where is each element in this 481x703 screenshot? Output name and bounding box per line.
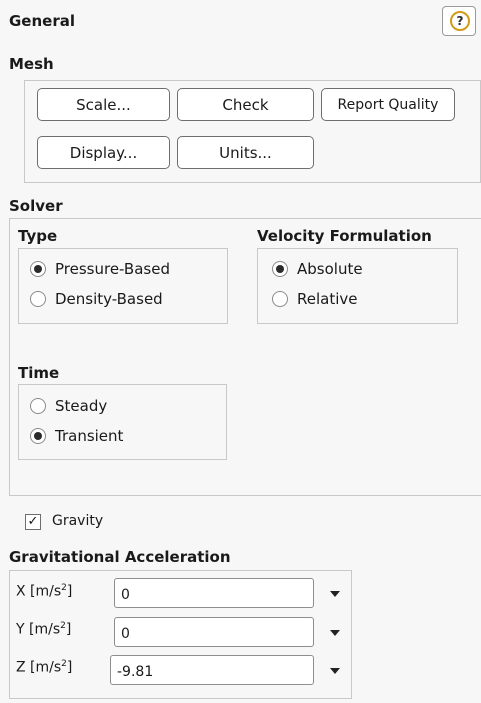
y-acceleration-input[interactable] [114, 617, 314, 647]
display-button[interactable]: Display... [37, 136, 170, 169]
radio-transient[interactable]: Transient [30, 424, 123, 448]
radio-button[interactable] [272, 291, 288, 307]
radio-label: Relative [297, 290, 358, 308]
gravity-label: Gravity [52, 513, 104, 529]
radio-label: Absolute [297, 260, 363, 278]
x-acceleration-input[interactable] [114, 578, 314, 608]
scale-button[interactable]: Scale... [37, 88, 170, 121]
radio-button-selected[interactable] [30, 428, 46, 444]
radio-density-based[interactable]: Density-Based [30, 287, 163, 311]
radio-button[interactable] [30, 398, 46, 414]
radio-button-selected[interactable] [30, 261, 46, 277]
time-label: Time [18, 364, 60, 382]
velocity-formulation-label: Velocity Formulation [257, 227, 432, 245]
z-dropdown-icon[interactable] [330, 668, 340, 674]
z-acceleration-input[interactable] [110, 655, 314, 685]
help-icon: ? [450, 11, 470, 31]
radio-label: Pressure-Based [55, 260, 170, 278]
radio-label: Transient [55, 427, 124, 445]
radio-pressure-based[interactable]: Pressure-Based [30, 257, 170, 281]
panel-title: General [9, 12, 75, 30]
type-label: Type [18, 227, 58, 245]
report-quality-button[interactable]: Report Quality [321, 88, 455, 121]
units-button[interactable]: Units... [177, 136, 314, 169]
check-button[interactable]: Check [177, 88, 314, 121]
radio-button-selected[interactable] [272, 261, 288, 277]
mesh-section-label: Mesh [9, 55, 54, 73]
radio-button[interactable] [30, 291, 46, 307]
radio-label: Density-Based [55, 290, 163, 308]
gravitational-acceleration-label: Gravitational Acceleration [9, 548, 231, 566]
radio-steady[interactable]: Steady [30, 394, 107, 418]
x-dropdown-icon[interactable] [330, 591, 340, 597]
radio-relative[interactable]: Relative [272, 287, 358, 311]
radio-label: Steady [55, 397, 108, 415]
gravity-checkbox[interactable]: ✓ [25, 514, 41, 530]
x-acceleration-label: X [m/s2] [16, 583, 73, 600]
radio-absolute[interactable]: Absolute [272, 257, 363, 281]
y-dropdown-icon[interactable] [330, 630, 340, 636]
help-button[interactable]: ? [442, 6, 476, 36]
y-acceleration-label: Y [m/s2] [16, 621, 72, 638]
z-acceleration-label: Z [m/s2] [16, 659, 73, 676]
solver-section-label: Solver [9, 197, 63, 215]
